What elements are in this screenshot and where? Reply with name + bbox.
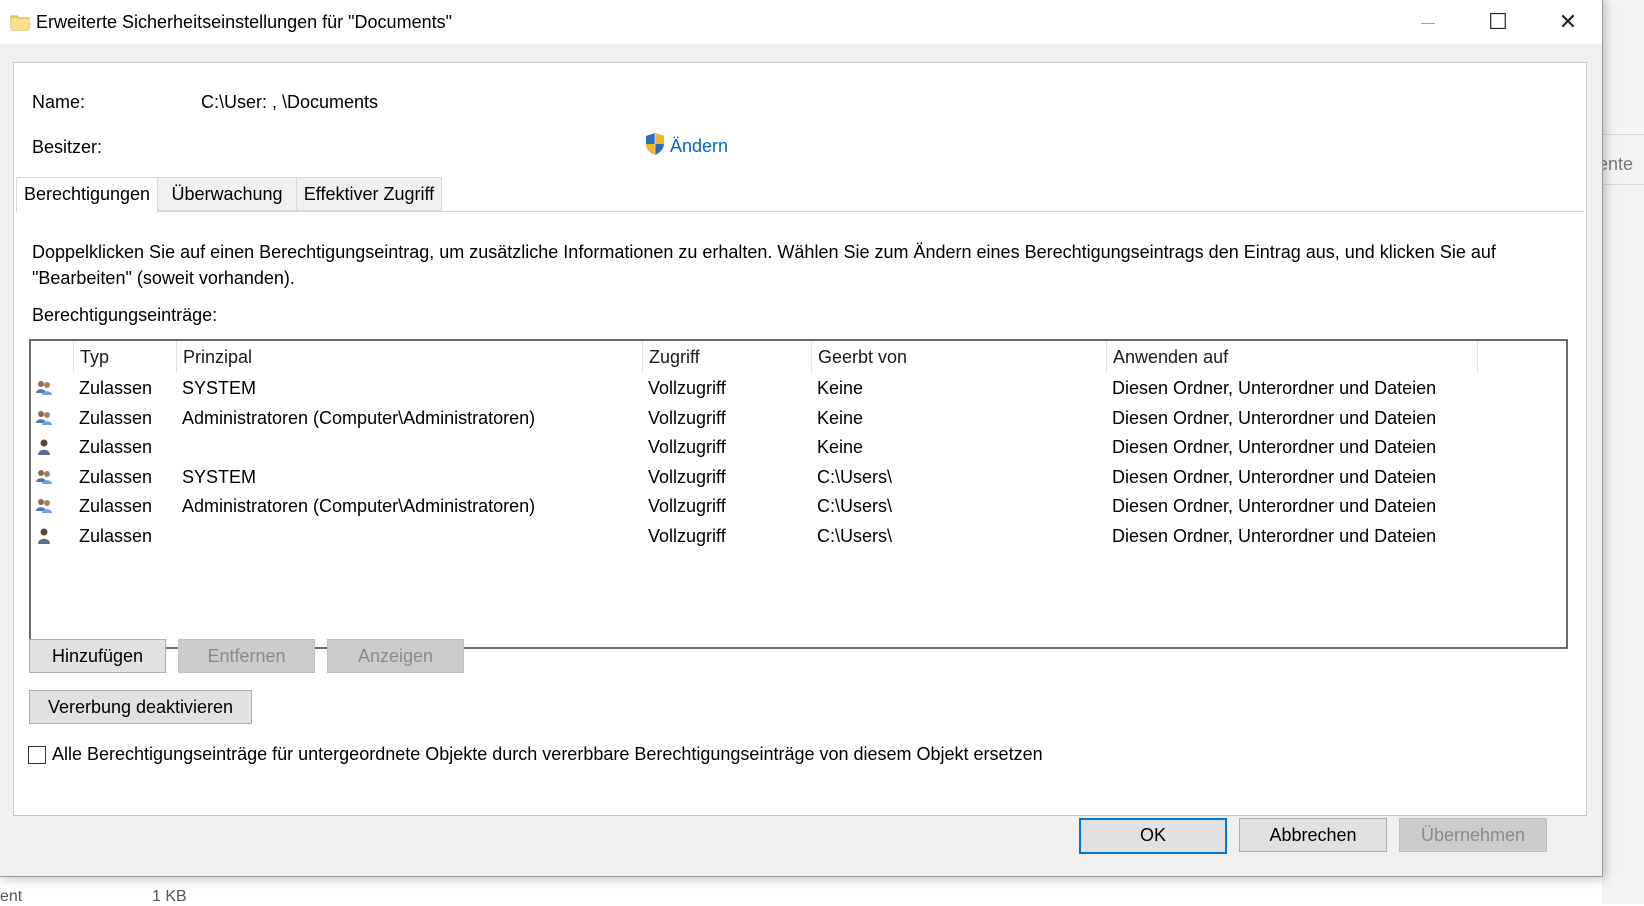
table-row[interactable]: Zulassen SYSTEM Vollzugriff C:\Users\ Diesen… <box>31 462 1566 492</box>
background-divider <box>1602 134 1644 135</box>
cell-access: Vollzugriff <box>648 437 726 458</box>
cell-access: Vollzugriff <box>648 526 726 546</box>
change-owner-link[interactable]: Ändern <box>670 136 728 157</box>
background-file-size: 1 KB <box>152 888 187 905</box>
cell-inherited: Keine <box>817 378 864 398</box>
column-header-access[interactable]: Zugriff <box>642 341 812 373</box>
add-button[interactable]: Hinzufügen <box>29 639 166 673</box>
cell-principal: SYSTEM <box>182 378 257 398</box>
cell-applies: Diesen Ordner, Unterordner und Dateien <box>1112 496 1437 517</box>
cell-principal: SYSTEM <box>182 466 257 487</box>
cell-access: Vollzugriff <box>648 407 726 428</box>
group-icon <box>36 410 52 425</box>
cell-inherited: Keine <box>817 437 864 458</box>
title-bar[interactable]: Erweiterte Sicherheitseinstellungen für … <box>0 0 1602 44</box>
user-icon <box>38 439 50 456</box>
window-title: Erweiterte Sicherheitseinstellungen für … <box>36 12 452 32</box>
uac-shield-icon <box>646 133 664 155</box>
tab-berechtigungen[interactable]: Berechtigungen <box>16 177 158 213</box>
advanced-security-dialog: Erweiterte Sicherheitseinstellungen für … <box>0 0 1603 877</box>
permission-entries-list[interactable]: Typ Prinzipal Zugriff Geerbt von Anwende… <box>29 339 1568 649</box>
column-header-icon[interactable] <box>31 341 73 373</box>
close-button[interactable]: ✕ <box>1536 0 1600 44</box>
cell-type: Zulassen <box>79 526 153 546</box>
table-row[interactable]: Zulassen Vollzugriff Keine Diesen Ordner, U… <box>31 432 1566 462</box>
cell-type: Zulassen <box>79 378 153 398</box>
ok-button[interactable]: OK <box>1079 818 1227 854</box>
name-label: Name: <box>32 92 86 112</box>
tab-effektiver-zugriff[interactable]: Effektiver Zugriff <box>296 177 442 211</box>
minimize-button[interactable]: — <box>1396 0 1460 44</box>
cell-type: Zulassen <box>79 496 153 517</box>
view-button[interactable]: Anzeigen <box>327 639 464 673</box>
group-icon <box>36 499 52 514</box>
column-header-inherited[interactable]: Geerbt von <box>811 341 1106 373</box>
cancel-button[interactable]: Abbrechen <box>1239 818 1387 852</box>
cell-applies: Diesen Ordner, Unterordner und Dateien <box>1112 407 1437 428</box>
cell-inherited: C:\Users\ <box>817 496 893 517</box>
folder-icon <box>10 15 30 31</box>
maximize-button[interactable]: ☐ <box>1466 0 1530 44</box>
cell-applies: Diesen Ordner, Unterordner und Dateien <box>1112 526 1437 546</box>
close-icon: ✕ <box>1558 9 1578 34</box>
tab-ueberwachung[interactable]: Überwachung <box>156 177 298 211</box>
disable-inheritance-button[interactable]: Vererbung deaktivieren <box>29 690 252 724</box>
background-column-text: ente <box>1598 154 1634 174</box>
cell-principal: Administratoren (Computer\Administratore… <box>182 407 536 428</box>
replace-child-permissions-label: Alle Berechtigungseinträge für untergeor… <box>52 744 1043 764</box>
maximize-icon: ☐ <box>1488 9 1508 34</box>
permissions-description: Doppelklicken Sie auf einen Berechtigung… <box>32 242 1496 288</box>
group-icon <box>36 469 52 484</box>
background-divider <box>1602 184 1644 185</box>
background-explorer-strip <box>1602 0 1644 904</box>
table-row[interactable]: Zulassen SYSTEM Vollzugriff Keine Diesen Ord… <box>31 373 1566 403</box>
remove-button[interactable]: Entfernen <box>178 639 315 673</box>
background-file-type: ent <box>0 888 23 905</box>
column-header-applies[interactable]: Anwenden auf <box>1106 341 1478 373</box>
cell-applies: Diesen Ordner, Unterordner und Dateien <box>1112 466 1437 487</box>
user-icon <box>38 528 50 544</box>
table-row[interactable]: Zulassen Administratoren (Computer\Admini… <box>31 403 1566 433</box>
replace-child-permissions-checkbox[interactable] <box>28 746 46 764</box>
column-header-principal[interactable]: Prinzipal <box>176 341 643 373</box>
cell-type: Zulassen <box>79 466 153 487</box>
main-panel: Name: C:\User: , \Documents Besitzer: Än… <box>13 62 1587 816</box>
cell-access: Vollzugriff <box>648 378 726 398</box>
column-header-type[interactable]: Typ <box>73 341 176 373</box>
cell-access: Vollzugriff <box>648 496 726 517</box>
minimize-icon: — <box>1421 14 1435 30</box>
cell-access: Vollzugriff <box>648 466 726 487</box>
name-value: C:\User: , \Documents <box>201 92 379 112</box>
cell-inherited: C:\Users\ <box>817 466 893 487</box>
column-header-filler <box>1477 341 1564 373</box>
entries-label: Berechtigungseinträge: <box>32 305 218 325</box>
owner-label: Besitzer: <box>32 137 103 157</box>
cell-applies: Diesen Ordner, Unterordner und Dateien <box>1112 378 1437 398</box>
cell-type: Zulassen <box>79 407 153 428</box>
group-icon <box>36 381 52 395</box>
cell-applies: Diesen Ordner, Unterordner und Dateien <box>1112 437 1437 458</box>
table-row[interactable]: Zulassen Administratoren (Computer\Admini… <box>31 491 1566 521</box>
cell-inherited: Keine <box>817 407 864 428</box>
apply-button[interactable]: Übernehmen <box>1399 818 1547 852</box>
cell-inherited: C:\Users\ <box>817 526 893 546</box>
cell-principal: Administratoren (Computer\Administratore… <box>182 496 536 517</box>
table-row[interactable]: Zulassen Vollzugriff C:\Users\ Diesen Ordne… <box>31 521 1566 551</box>
cell-type: Zulassen <box>79 437 153 458</box>
